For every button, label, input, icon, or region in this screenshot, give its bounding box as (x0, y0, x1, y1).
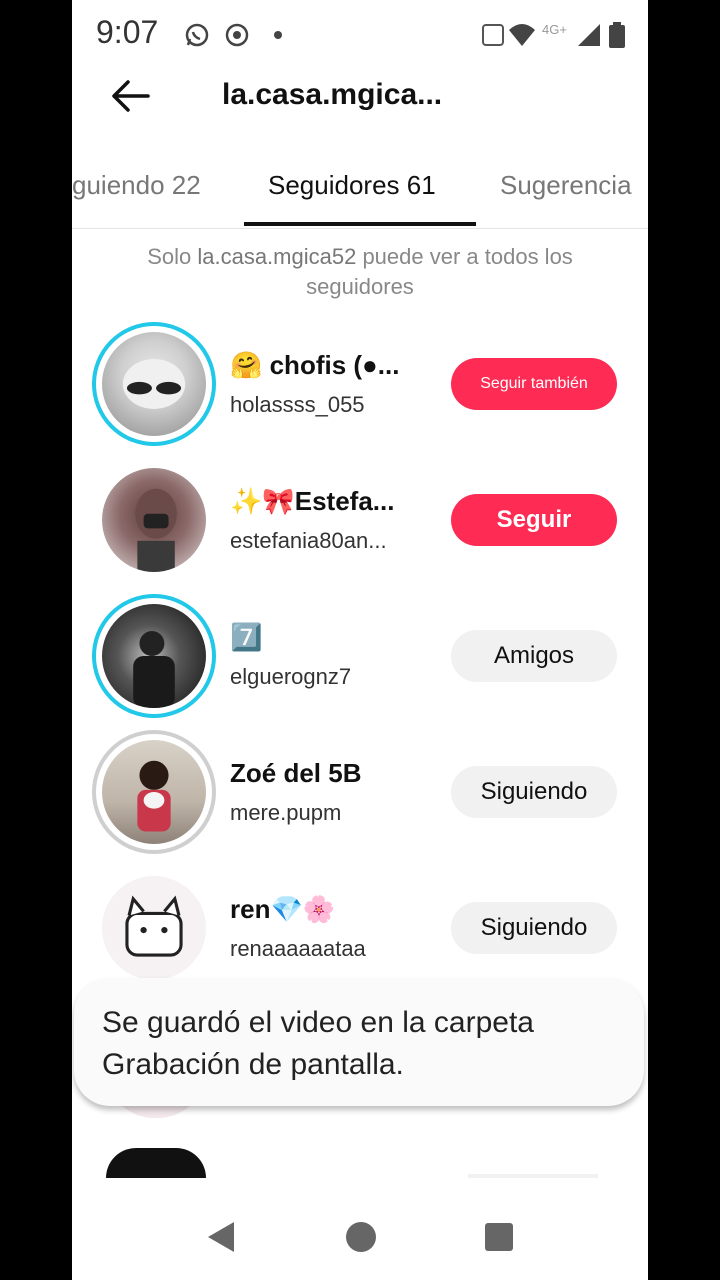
follower-handle: renaaaaaataa (230, 936, 366, 961)
follower-name: 7️⃣ (230, 622, 263, 652)
wifi-icon (508, 22, 535, 48)
active-tab-indicator (244, 222, 476, 226)
avatar[interactable] (92, 322, 216, 446)
battery-icon (608, 22, 634, 48)
partial-avatar (106, 1148, 206, 1178)
volte-icon (480, 22, 506, 48)
network-type: 4G+ (542, 22, 567, 37)
tab-followers[interactable]: Seguidores 61 (268, 170, 436, 201)
notice-username: la.casa.mgica52 (197, 244, 357, 269)
follower-handle: holassss_055 (230, 392, 365, 417)
follower-row[interactable]: Zoé del 5B mere.pupm Siguiendo (72, 730, 648, 866)
tab-following[interactable]: guiendo 22 (72, 170, 201, 201)
follower-handle: mere.pupm (230, 800, 342, 825)
following-button[interactable]: Siguiendo (451, 902, 617, 954)
follow-button[interactable]: Seguir (451, 494, 617, 546)
screen: 9:07 4G+ la.casa.mgica... guiendo 22 Seg… (72, 0, 648, 1280)
tab-bar: guiendo 22 Seguidores 61 Sugerencia (72, 160, 648, 229)
toast-notification: Se guardó el video en la carpeta Grabaci… (74, 978, 644, 1106)
follower-row[interactable]: ✨🎀Estefa... estefania80an... Seguir (72, 458, 648, 594)
avatar[interactable] (92, 458, 216, 582)
follower-name: 🤗 chofis (●... (230, 350, 400, 380)
back-arrow-icon (112, 80, 150, 112)
system-nav-bar (72, 1178, 648, 1280)
nav-home-icon (346, 1222, 376, 1252)
avatar[interactable] (92, 594, 216, 718)
status-time: 9:07 (96, 14, 159, 50)
nav-back-button[interactable] (204, 1220, 238, 1254)
follower-name: ✨🎀Estefa... (230, 486, 395, 516)
header: la.casa.mgica... (72, 62, 648, 132)
tab-suggestions[interactable]: Sugerencia (500, 170, 632, 201)
nav-home-button[interactable] (344, 1220, 378, 1254)
follow-back-button[interactable]: Seguir también (451, 358, 617, 410)
follower-name: ren💎🌸 (230, 894, 336, 924)
follower-row[interactable]: 7️⃣ elguerognz7 Amigos (72, 594, 648, 730)
page-title: la.casa.mgica... (222, 78, 443, 111)
followers-privacy-notice: Solo la.casa.mgica52 puede ver a todos l… (92, 242, 628, 302)
back-button[interactable] (108, 74, 158, 118)
screen-record-icon (224, 22, 250, 48)
whatsapp-icon (184, 22, 210, 48)
notification-dot-icon (270, 22, 296, 48)
nav-back-icon (208, 1222, 234, 1252)
follower-handle: estefania80an... (230, 528, 387, 553)
avatar[interactable] (92, 866, 216, 990)
signal-icon (576, 22, 602, 48)
friends-button[interactable]: Amigos (451, 630, 617, 682)
follower-row[interactable]: 🤗 chofis (●... holassss_055 Seguir tambi… (72, 322, 648, 458)
avatar[interactable] (92, 730, 216, 854)
status-bar: 9:07 4G+ (72, 0, 648, 70)
notice-text-pre: Solo (147, 244, 198, 269)
follower-name: Zoé del 5B (230, 758, 362, 788)
nav-recents-button[interactable] (482, 1220, 516, 1254)
nav-recents-icon (485, 1223, 513, 1251)
following-button[interactable]: Siguiendo (451, 766, 617, 818)
follower-handle: elguerognz7 (230, 664, 352, 689)
